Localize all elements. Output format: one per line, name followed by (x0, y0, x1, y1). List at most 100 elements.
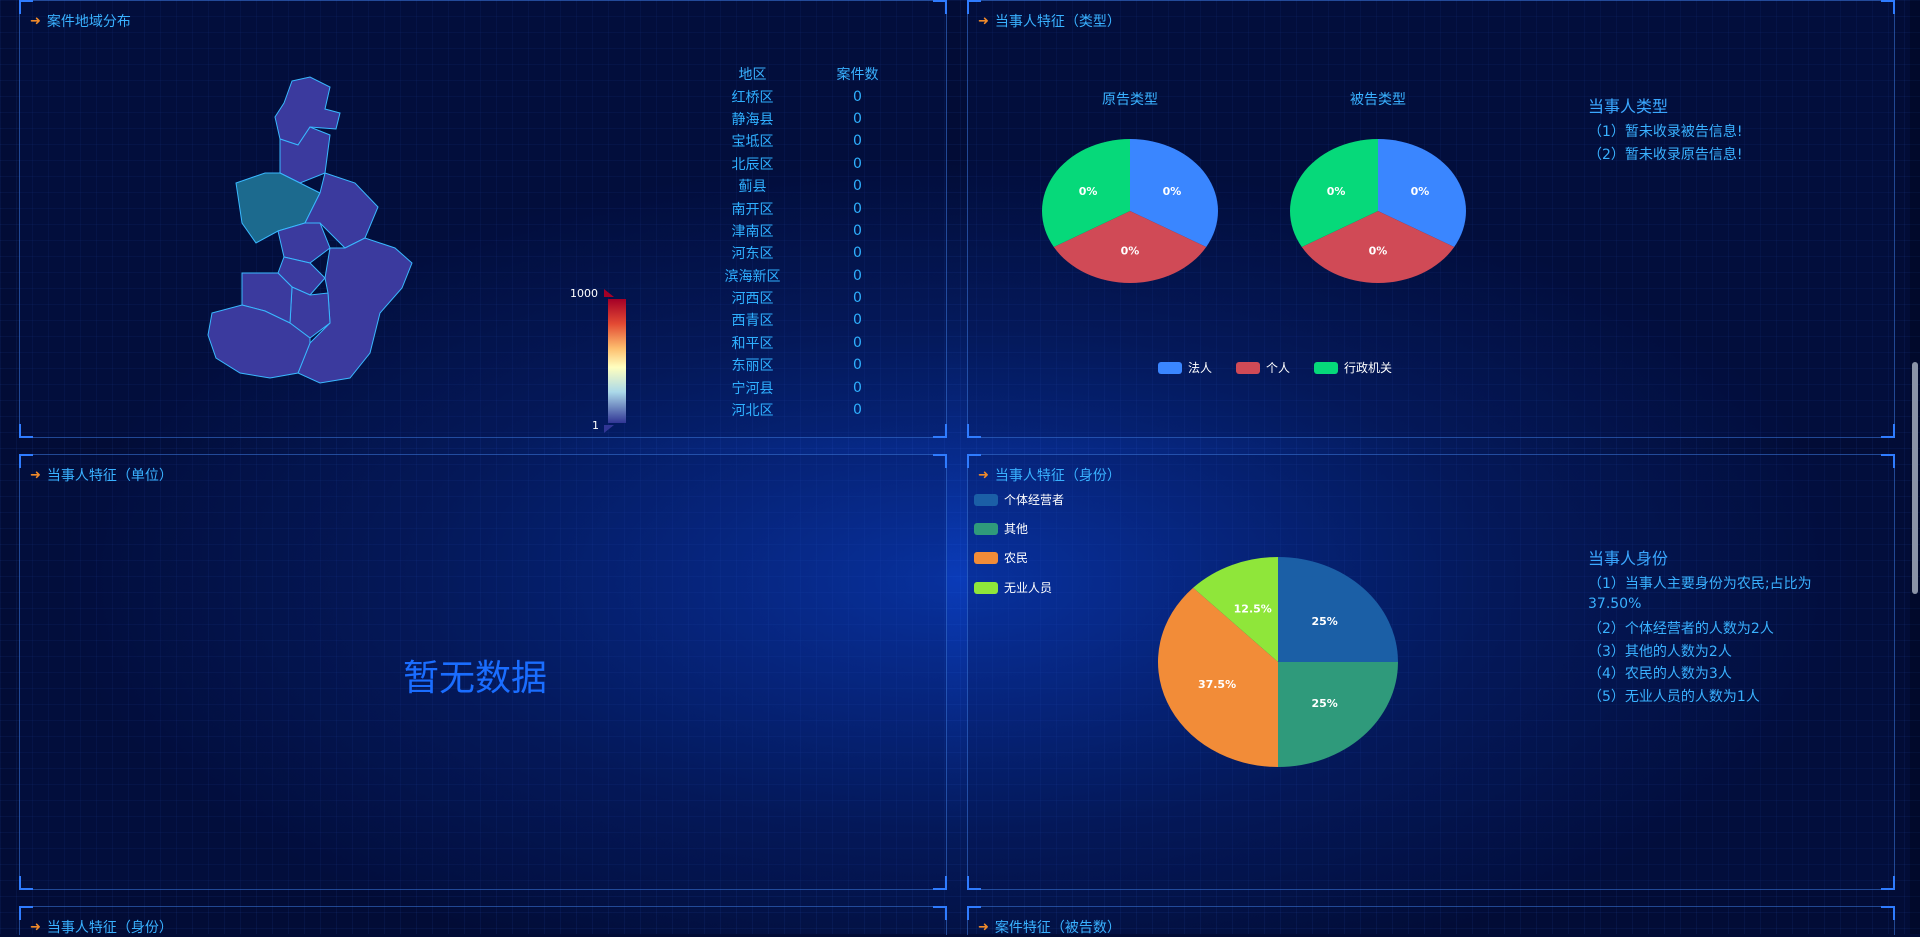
table-row: 东丽区 0 (700, 354, 910, 376)
party-type-info-line: （2）暂未收录原告信息! (1588, 147, 1743, 163)
region-distribution-panel: ➜ 案件地域分布 1000 1 地区 案件数 红桥区 0 静海县 0 宝坻区 0… (19, 0, 947, 438)
pie-slice-label: 0% (1121, 245, 1140, 258)
table-row: 红桥区 0 (700, 85, 910, 107)
bottom-right-panel: ➜ 案件特征（被告数） (967, 906, 1895, 937)
legend-item-other[interactable]: 其他 (974, 520, 1028, 537)
bottom-left-panel: ➜ 当事人特征（身份） (19, 906, 947, 937)
panel-title: ➜ 当事人特征（单位） (30, 467, 173, 485)
visual-map-max-label: 1000 (570, 287, 598, 300)
region-name-cell: 河北区 (731, 403, 774, 420)
case-count-cell: 0 (853, 133, 862, 150)
case-count-cell: 0 (853, 178, 862, 195)
party-type-info-line: （1）暂未收录被告信息! (1588, 124, 1743, 140)
pie-slice[interactable] (1278, 557, 1398, 662)
case-count-cell: 0 (853, 334, 862, 351)
arrow-icon: ➜ (30, 467, 41, 483)
legend-item-individual[interactable]: 个人 (1236, 359, 1290, 376)
legend-item-self-employed[interactable]: 个体经营者 (974, 491, 1064, 508)
arrow-icon: ➜ (978, 13, 989, 29)
table-row: 南开区 0 (700, 197, 910, 219)
region-name-cell: 和平区 (731, 335, 774, 352)
identity-info-line: 37.50% (1588, 596, 1642, 612)
visual-map-slider[interactable] (602, 289, 628, 433)
table-row: 津南区 0 (700, 220, 910, 242)
legend-item-unemployed[interactable]: 无业人员 (974, 579, 1052, 596)
page-scrollbar[interactable] (1910, 0, 1920, 934)
case-count-cell: 0 (853, 267, 862, 284)
arrow-icon: ➜ (978, 919, 989, 935)
case-count-cell: 0 (853, 245, 862, 262)
case-count-cell: 0 (853, 200, 862, 217)
region-table: 地区 案件数 红桥区 0 静海县 0 宝坻区 0 北辰区 0 蓟县 0 南开区 0 津南区 0 河东区 0 滨海… (700, 63, 910, 421)
panel-title: ➜ 当事人特征（身份） (978, 467, 1121, 485)
plaintiff-chart-title: 原告类型 (1102, 92, 1158, 108)
identity-info-line: （4）农民的人数为3人 (1588, 666, 1732, 682)
pie-slice-label: 0% (1079, 185, 1098, 198)
region-name-cell: 河西区 (731, 291, 774, 308)
case-count-cell: 0 (853, 155, 862, 172)
case-count-cell: 0 (853, 88, 862, 105)
pie-slice-label: 0% (1327, 185, 1346, 198)
region-name-cell: 津南区 (731, 223, 774, 240)
party-unit-panel: ➜ 当事人特征（单位） 暂无数据 (19, 454, 947, 890)
pie-slice-label: 37.5% (1198, 678, 1236, 691)
pie-slice-label: 25% (1311, 615, 1337, 628)
pie-slice-label: 0% (1369, 245, 1388, 258)
case-count-cell: 0 (853, 290, 862, 307)
identity-info-line: （2）个体经营者的人数为2人 (1588, 621, 1774, 637)
case-count-cell: 0 (853, 312, 862, 329)
visual-map-min-label: 1 (592, 419, 599, 432)
region-name-cell: 河东区 (731, 246, 774, 263)
legend-item-admin-organ[interactable]: 行政机关 (1314, 359, 1392, 376)
table-row: 河东区 0 (700, 242, 910, 264)
region-name-cell: 蓟县 (738, 179, 767, 196)
identity-info-line: （5）无业人员的人数为1人 (1588, 689, 1760, 705)
table-row: 北辰区 0 (700, 153, 910, 175)
table-row: 静海县 0 (700, 108, 910, 130)
table-row: 宝坻区 0 (700, 130, 910, 152)
case-count-cell: 0 (853, 379, 862, 396)
legend-item-legal-person[interactable]: 法人 (1158, 359, 1212, 376)
case-count-cell: 0 (853, 402, 862, 419)
case-count-cell: 0 (853, 222, 862, 239)
arrow-icon: ➜ (30, 919, 41, 935)
region-name-cell: 滨海新区 (724, 268, 781, 285)
pie-slice-label: 12.5% (1234, 603, 1272, 616)
pie-slice-label: 0% (1411, 185, 1430, 198)
table-row: 西青区 0 (700, 309, 910, 331)
region-name-cell: 静海县 (731, 111, 774, 128)
party-type-info-title: 当事人类型 (1588, 97, 1669, 116)
region-name-cell: 北辰区 (731, 156, 774, 173)
scrollbar-thumb[interactable] (1912, 362, 1918, 594)
pie-slice-label: 25% (1311, 697, 1337, 710)
pie-slice[interactable] (1278, 662, 1398, 767)
panel-title: ➜ 当事人特征（身份） (30, 919, 173, 937)
plaintiff-pie-chart[interactable]: 0% 0% 0% (1040, 137, 1220, 285)
table-row: 蓟县 0 (700, 175, 910, 197)
case-count-cell: 0 (853, 357, 862, 374)
identity-pie-chart[interactable]: 25% 25% 37.5% 12.5% (1156, 555, 1400, 769)
panel-title: ➜ 当事人特征（类型） (978, 13, 1121, 31)
table-row: 河西区 0 (700, 287, 910, 309)
region-name-cell: 宝坻区 (731, 134, 774, 151)
case-count-cell: 0 (853, 110, 862, 127)
region-name-cell: 西青区 (731, 313, 774, 330)
arrow-icon: ➜ (978, 467, 989, 483)
identity-info-title: 当事人身份 (1588, 549, 1669, 568)
identity-info-line: （3）其他的人数为2人 (1588, 644, 1732, 660)
table-row: 宁河县 0 (700, 376, 910, 398)
panel-title: ➜ 案件特征（被告数） (978, 919, 1121, 937)
table-row: 滨海新区 0 (700, 265, 910, 287)
defendant-pie-chart[interactable]: 0% 0% 0% (1288, 137, 1468, 285)
region-name-cell: 东丽区 (731, 358, 774, 375)
region-name-cell: 南开区 (731, 201, 774, 218)
panel-title: ➜ 案件地域分布 (30, 13, 131, 31)
table-row: 和平区 0 (700, 332, 910, 354)
legend-item-farmer[interactable]: 农民 (974, 549, 1028, 566)
arrow-icon: ➜ (30, 13, 41, 29)
tianjin-map[interactable] (180, 73, 480, 403)
region-name-cell: 红桥区 (731, 89, 774, 106)
table-row: 河北区 0 (700, 399, 910, 421)
region-name-cell: 宁河县 (731, 380, 774, 397)
identity-info-line: （1）当事人主要身份为农民;占比为 (1588, 576, 1812, 592)
